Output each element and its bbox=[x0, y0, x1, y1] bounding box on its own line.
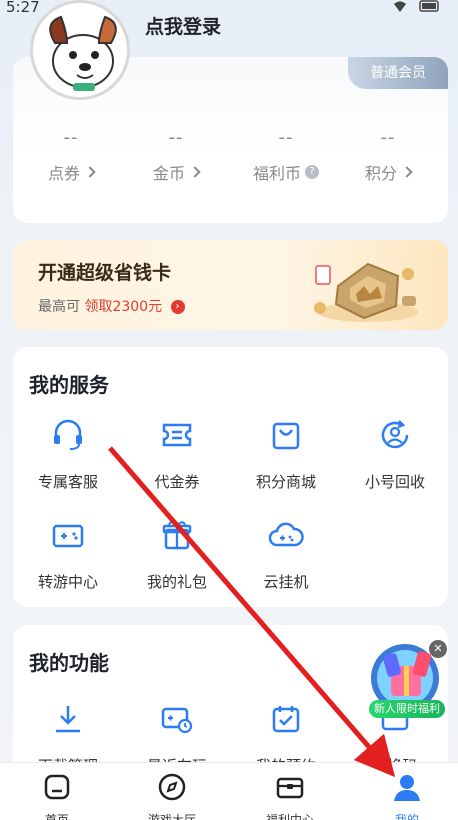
bottom-tab-bar: 首页 游戏大厅 福利中心 我的 bbox=[0, 762, 458, 820]
arrow-right-icon: › bbox=[170, 300, 185, 314]
avatar[interactable] bbox=[30, 0, 130, 100]
tab-game-hall[interactable]: 游戏大厅 bbox=[127, 771, 217, 820]
download-icon bbox=[56, 706, 80, 733]
service-voucher[interactable]: 代金券 bbox=[122, 417, 232, 492]
asset-label: 福利币 bbox=[252, 164, 301, 183]
promo-label: 新人限时福利 bbox=[369, 700, 445, 718]
asset-points[interactable]: -- 积分 bbox=[338, 127, 438, 184]
tab-label: 游戏大厅 bbox=[147, 813, 196, 820]
tab-label: 福利中心 bbox=[265, 813, 314, 820]
asset-value: -- bbox=[63, 127, 79, 148]
service-label: 小号回收 bbox=[364, 473, 425, 491]
tab-home[interactable]: 首页 bbox=[12, 771, 102, 820]
gift-icon bbox=[162, 521, 192, 550]
tab-label: 首页 bbox=[44, 813, 69, 820]
saving-card-banner[interactable]: 开通超级省钱卡 最高可 领取2300元 › bbox=[13, 240, 448, 330]
service-my-gifts[interactable]: 我的礼包 bbox=[122, 517, 232, 592]
asset-value: -- bbox=[278, 127, 294, 148]
asset-value: -- bbox=[168, 127, 184, 148]
recent-play-icon bbox=[161, 707, 193, 734]
login-prompt[interactable]: 点我登录 bbox=[145, 12, 221, 39]
saving-card-title: 开通超级省钱卡 bbox=[38, 262, 172, 284]
tab-welfare-center[interactable]: 福利中心 bbox=[245, 771, 335, 820]
service-label: 转游中心 bbox=[37, 573, 98, 591]
gift-box-icon bbox=[276, 777, 304, 799]
tab-mine[interactable]: 我的 bbox=[362, 771, 452, 820]
new-user-promo-float[interactable]: ✕ 新人限时福利 bbox=[365, 640, 449, 722]
voucher-icon bbox=[162, 423, 192, 447]
asset-label: 积分 bbox=[364, 164, 397, 183]
asset-gold[interactable]: -- 金币 bbox=[126, 127, 226, 184]
member-level-badge[interactable]: 普通会员 bbox=[348, 57, 448, 89]
asset-welfare-coin[interactable]: -- 福利币? bbox=[236, 127, 336, 184]
service-label: 专属客服 bbox=[37, 473, 98, 491]
home-icon bbox=[44, 774, 70, 800]
calendar-icon bbox=[272, 706, 300, 733]
service-transfer-center[interactable]: 转游中心 bbox=[13, 517, 123, 592]
question-mark-icon[interactable]: ? bbox=[305, 165, 319, 179]
asset-value: -- bbox=[380, 127, 396, 148]
service-account-recycle[interactable]: 小号回收 bbox=[340, 417, 450, 492]
service-cloud-idle[interactable]: 云挂机 bbox=[231, 517, 341, 592]
cloud-gamepad-icon bbox=[268, 522, 304, 547]
asset-coupon[interactable]: -- 点券 bbox=[21, 127, 121, 184]
chevron-right-icon bbox=[84, 166, 96, 178]
saving-card-highlight: 领取2300元 bbox=[84, 299, 163, 315]
saving-card-subtitle: 最高可 领取2300元 › bbox=[38, 296, 185, 316]
gamepad-icon bbox=[52, 524, 84, 548]
service-label: 代金券 bbox=[154, 473, 200, 491]
status-icons bbox=[394, 0, 439, 12]
headset-icon bbox=[54, 419, 82, 450]
service-points-mall[interactable]: 积分商城 bbox=[231, 417, 341, 492]
tab-label: 我的 bbox=[394, 813, 419, 820]
compass-icon bbox=[158, 773, 186, 801]
shopping-bag-icon bbox=[272, 422, 300, 450]
services-card: 我的服务 专属客服 代金券 积分商城 小号回收 转游中心 我的礼包 云挂机 bbox=[13, 347, 448, 607]
services-title: 我的服务 bbox=[29, 373, 109, 397]
service-customer-support[interactable]: 专属客服 bbox=[13, 417, 123, 492]
asset-label: 金币 bbox=[152, 164, 185, 183]
saving-card-prefix: 最高可 bbox=[38, 299, 80, 315]
functions-title: 我的功能 bbox=[29, 651, 109, 675]
close-icon[interactable]: ✕ bbox=[429, 640, 447, 658]
chevron-right-icon bbox=[189, 166, 201, 178]
service-label: 积分商城 bbox=[255, 473, 316, 491]
user-icon bbox=[394, 775, 420, 801]
chevron-right-icon bbox=[401, 166, 413, 178]
service-label: 云挂机 bbox=[263, 573, 309, 591]
service-label: 我的礼包 bbox=[146, 573, 207, 591]
treasure-card-icon bbox=[314, 262, 418, 322]
recycle-user-icon bbox=[381, 420, 409, 449]
asset-label: 点券 bbox=[47, 164, 80, 183]
wifi-icon bbox=[394, 1, 406, 12]
status-time: 5:27 bbox=[6, 0, 40, 16]
